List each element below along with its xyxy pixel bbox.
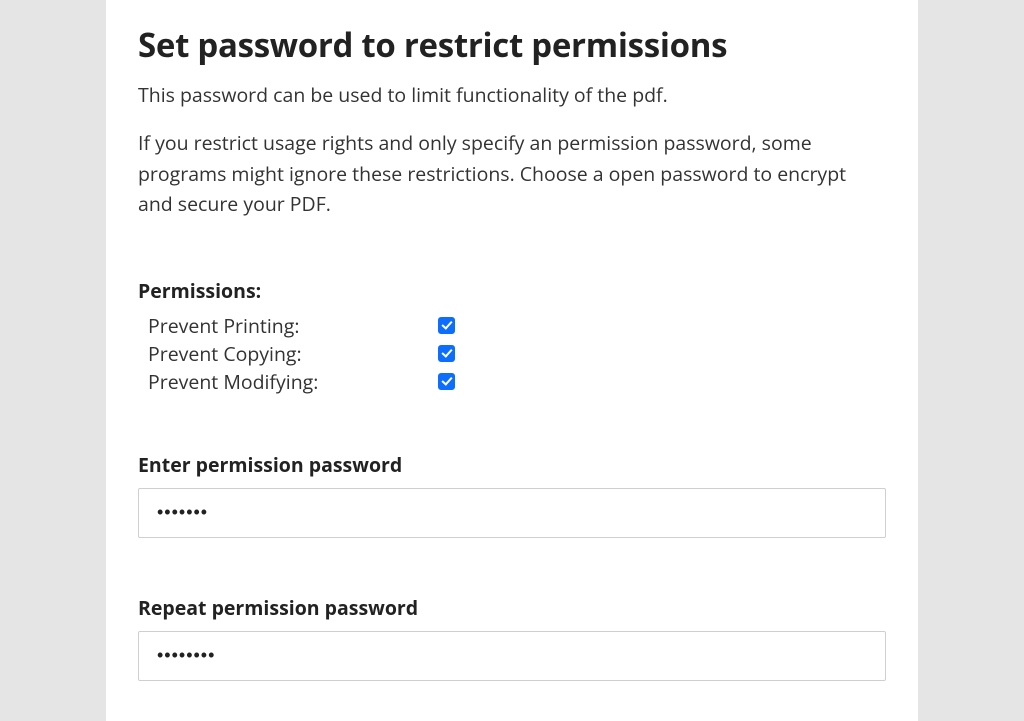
repeat-password-label: Repeat permission password [138,594,886,621]
prevent-printing-checkbox[interactable] [438,317,455,334]
description-text: This password can be used to limit funct… [138,81,886,108]
enter-password-label: Enter permission password [138,451,886,478]
prevent-copying-label: Prevent Copying: [148,340,438,367]
prevent-printing-label: Prevent Printing: [148,312,438,339]
permissions-card: Set password to restrict permissions Thi… [106,0,918,721]
prevent-copying-checkbox[interactable] [438,345,455,362]
repeat-password-block: Repeat permission password [138,594,886,681]
enter-password-block: Enter permission password [138,451,886,538]
repeat-password-input[interactable] [138,631,886,681]
prevent-copying-row: Prevent Copying: [138,340,886,367]
prevent-printing-row: Prevent Printing: [138,312,886,339]
page-title: Set password to restrict permissions [138,22,886,67]
prevent-modifying-label: Prevent Modifying: [148,368,438,395]
permissions-heading: Permissions: [138,277,886,304]
enter-password-input[interactable] [138,488,886,538]
note-text: If you restrict usage rights and only sp… [138,128,878,219]
prevent-modifying-checkbox[interactable] [438,373,455,390]
prevent-modifying-row: Prevent Modifying: [138,368,886,395]
